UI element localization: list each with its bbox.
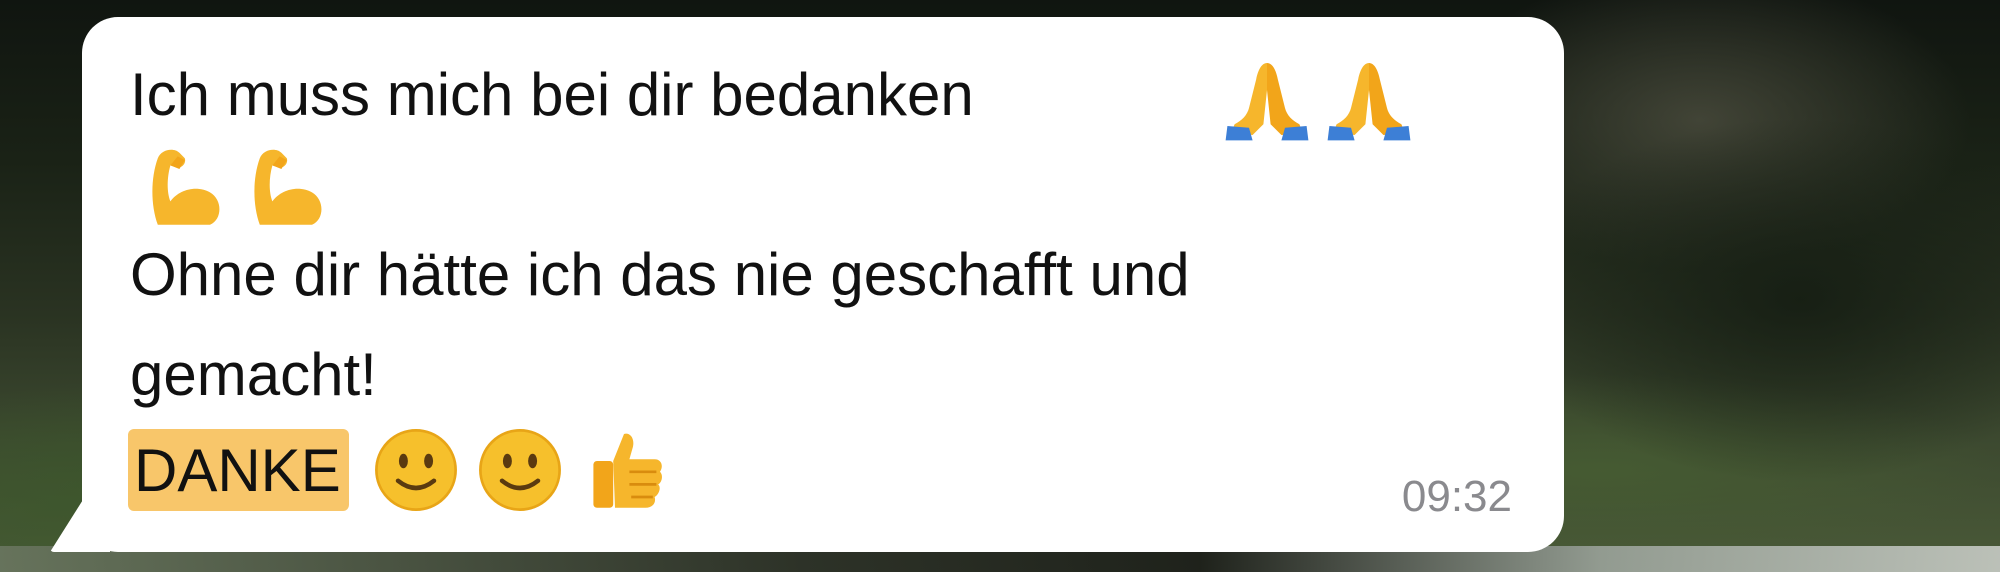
- message-text-line-2: Ohne dir hätte ich das nie geschafft und: [130, 241, 1190, 308]
- message-text-line-4: DANKE: [128, 425, 683, 515]
- thumbs-up-icon: [593, 433, 662, 508]
- chat-background: Ich muss mich bei dir bedanken Ohne dir …: [0, 0, 2000, 572]
- folded-hands-icon: [1225, 63, 1309, 141]
- slightly-smiling-face-icon: [374, 429, 457, 511]
- message-text-line-1: Ich muss mich bei dir bedanken: [130, 61, 974, 128]
- slightly-smiling-face-icon: [478, 429, 561, 511]
- emoji-group-folded-hands: [1222, 54, 1426, 144]
- flexed-biceps-icon: [152, 149, 220, 225]
- folded-hands-icon: [1327, 63, 1411, 141]
- flexed-biceps-icon: [254, 149, 322, 225]
- emoji-group-flexed-biceps: [138, 142, 342, 232]
- highlighted-word: DANKE: [128, 429, 349, 511]
- message-text-line-3: gemacht!: [130, 341, 377, 408]
- message-timestamp: 09:32: [1401, 472, 1512, 521]
